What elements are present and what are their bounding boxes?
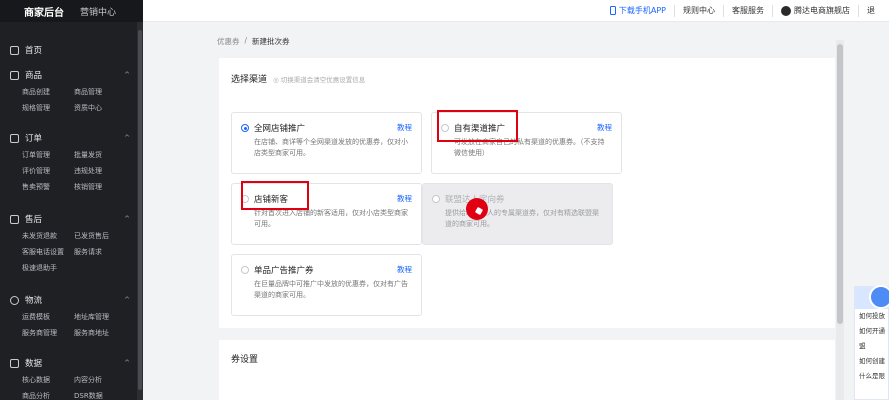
- help-question[interactable]: 什么是限: [855, 369, 888, 384]
- tutorial-link[interactable]: 教程: [397, 122, 412, 133]
- help-question[interactable]: 盟: [855, 339, 888, 354]
- sidebar-item[interactable]: 评价管理: [22, 166, 74, 176]
- sidebar-item[interactable]: 极速退助手: [22, 263, 74, 273]
- channel-section-title: 选择渠道 ◎ 切换渠道会清空优惠设置信息: [231, 75, 366, 85]
- chevron-up-icon: ^: [124, 134, 130, 142]
- sidebar-item[interactable]: 批量发货: [74, 150, 126, 160]
- phone-icon: [609, 6, 616, 15]
- tutorial-link[interactable]: 教程: [597, 122, 612, 133]
- breadcrumb-parent[interactable]: 优惠券: [217, 36, 240, 47]
- sidebar-item[interactable]: 服务请求: [74, 247, 126, 257]
- sidebar-item[interactable]: 服务商地址: [74, 328, 126, 338]
- radio-checked[interactable]: [241, 124, 249, 132]
- logout-link[interactable]: 退: [858, 4, 883, 17]
- order-icon: [10, 133, 19, 143]
- chevron-up-icon: ^: [124, 359, 130, 367]
- radio-disabled: [432, 195, 440, 203]
- customer-service-link[interactable]: 客服服务: [723, 4, 772, 17]
- coupon-settings-card: 券设置: [219, 340, 835, 400]
- sidebar-brand: 商家后台 营销中心: [0, 0, 143, 22]
- sidebar-section-data: 数据 ^ 核心数据 内容分析 商品分析 DSR数据: [10, 357, 130, 400]
- shop-account-menu[interactable]: 腾达电商旗舰店: [772, 4, 858, 17]
- sidebar-section-logistics: 物流 ^ 运费模板 地址库管理 服务商管理 服务商地址: [10, 294, 130, 338]
- tutorial-link[interactable]: 教程: [397, 264, 412, 275]
- channel-hint: ◎ 切换渠道会清空优惠设置信息: [273, 76, 366, 84]
- marketing-center-link[interactable]: 营销中心: [80, 5, 116, 18]
- chevron-up-icon: ^: [124, 215, 130, 223]
- rules-center-link[interactable]: 规则中心: [674, 4, 723, 17]
- sidebar-section-orders: 订单 ^ 订单管理 批量发货 评价管理 违规处理 售卖预警 核销管理: [10, 132, 130, 192]
- help-question[interactable]: 如何投放: [855, 309, 888, 324]
- channel-option-network-shop[interactable]: 全网店铺推广 教程 在店铺、商详等个全网渠道发放的优惠券，仅对小店类型商家可用。: [231, 112, 422, 174]
- breadcrumb-separator: /: [244, 36, 248, 45]
- sidebar-item[interactable]: 商品管理: [74, 87, 126, 97]
- breadcrumb-current: 新建批次券: [252, 37, 290, 46]
- sidebar-section-aftersale: 售后 ^ 未发货退款 已发货售后 客服电话设置 服务请求 极速退助手: [10, 213, 130, 273]
- sidebar-item[interactable]: 订单管理: [22, 150, 74, 160]
- chevron-up-icon: ^: [124, 71, 130, 79]
- chevron-up-icon: ^: [124, 296, 130, 304]
- avatar: [781, 5, 791, 16]
- sidebar-section-header[interactable]: 订单 ^: [10, 132, 130, 144]
- sidebar-item[interactable]: 资质中心: [74, 103, 126, 113]
- chart-icon: [10, 358, 19, 368]
- sidebar-scrollbar[interactable]: [137, 22, 143, 400]
- bag-icon: [10, 70, 19, 80]
- sidebar-item-home[interactable]: 首页: [10, 44, 42, 56]
- help-question[interactable]: 如何创建: [855, 354, 888, 369]
- breadcrumb: 优惠券 / 新建批次券: [217, 36, 290, 47]
- sidebar-item[interactable]: 商品分析: [22, 391, 74, 400]
- sidebar-item[interactable]: DSR数据: [74, 391, 126, 400]
- channel-option-single-ad[interactable]: 单品广告推广券 教程 在巨量品牌中可推广中发放的优惠券，仅对有广告渠道的商家可用…: [231, 254, 422, 316]
- sidebar-item[interactable]: 已发货售后: [74, 231, 126, 241]
- sidebar-item[interactable]: 核心数据: [22, 375, 74, 385]
- sidebar-item[interactable]: 服务商管理: [22, 328, 74, 338]
- assistant-bot-icon[interactable]: [869, 285, 889, 309]
- top-bar: 下载手机APP 规则中心 客服服务 腾达电商旗舰店 退: [143, 0, 889, 22]
- cursor-indicator: [466, 198, 488, 220]
- truck-icon: [10, 295, 19, 305]
- download-app-link[interactable]: 下载手机APP: [602, 5, 674, 17]
- brand-title[interactable]: 商家后台: [24, 4, 64, 19]
- sidebar-item[interactable]: 规格管理: [22, 103, 74, 113]
- channel-option-alliance: 联盟达人定向券 提供给联盟达人的专属渠道券，仅对有精选联盟渠道的商家可用。: [422, 183, 613, 245]
- sidebar-item[interactable]: 未发货退款: [22, 231, 74, 241]
- main-scrollbar[interactable]: [836, 40, 844, 400]
- sidebar-item[interactable]: 核销管理: [74, 182, 126, 192]
- tutorial-link[interactable]: 教程: [397, 193, 412, 204]
- sidebar-section-header[interactable]: 商品 ^: [10, 69, 130, 81]
- sidebar-item-label: 首页: [25, 46, 43, 56]
- sidebar-item[interactable]: 客服电话设置: [22, 247, 74, 257]
- highlight-box: [241, 181, 309, 210]
- help-panel: 如何投放 如何开通 盟 如何创建 什么是限: [854, 285, 889, 400]
- sidebar-item[interactable]: 违规处理: [74, 166, 126, 176]
- highlight-box: [437, 110, 518, 142]
- sidebar-item[interactable]: 地址库管理: [74, 312, 126, 322]
- sidebar-section-header[interactable]: 数据 ^: [10, 357, 130, 369]
- sidebar-item[interactable]: 内容分析: [74, 375, 126, 385]
- sidebar: 商家后台 营销中心 首页 商品 ^ 商品创建 商品管理 规格管理 资质中心 订单…: [0, 0, 143, 400]
- grid-icon: [10, 45, 19, 55]
- aftersale-icon: [10, 214, 19, 224]
- help-question[interactable]: 如何开通: [855, 324, 888, 339]
- sidebar-section-header[interactable]: 售后 ^: [10, 213, 130, 225]
- coupon-section-title: 券设置: [231, 355, 259, 365]
- sidebar-item[interactable]: 商品创建: [22, 87, 74, 97]
- sidebar-section-goods: 商品 ^ 商品创建 商品管理 规格管理 资质中心: [10, 69, 130, 113]
- channel-card: 选择渠道 ◎ 切换渠道会清空优惠设置信息 全网店铺推广 教程 在店铺、商详等个全…: [219, 58, 835, 328]
- sidebar-section-header[interactable]: 物流 ^: [10, 294, 130, 306]
- sidebar-item[interactable]: 售卖预警: [22, 182, 74, 192]
- radio-unchecked[interactable]: [241, 266, 249, 274]
- sidebar-item[interactable]: 运费模板: [22, 312, 74, 322]
